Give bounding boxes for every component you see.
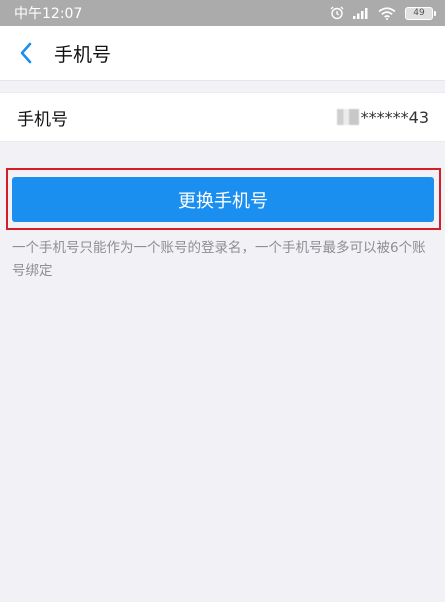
masked-phone-number: ******43 <box>360 107 429 127</box>
binding-hint-text: 一个手机号只能作为一个账号的登录名，一个手机号最多可以被6个账号绑定 <box>12 240 426 279</box>
alarm-icon <box>330 6 344 20</box>
back-arrow-icon <box>20 42 32 64</box>
nav-bar: 手机号 <box>0 26 445 81</box>
status-bar: 中午12:07 49 <box>0 0 445 26</box>
wifi-icon <box>378 6 396 20</box>
battery-indicator: 49 <box>405 6 436 20</box>
redacted-digits <box>336 109 359 125</box>
page-title: 手机号 <box>54 43 112 66</box>
signal-icon <box>353 8 368 19</box>
status-icons: 49 <box>330 6 436 20</box>
phone-number-row: 手机号 ******43 <box>0 92 445 142</box>
phone-number-value: ******43 <box>336 107 429 127</box>
change-phone-number-button[interactable]: 更换手机号 <box>12 177 434 222</box>
battery-level: 49 <box>413 7 425 18</box>
status-time: 中午12:07 <box>14 6 83 22</box>
phone-number-label: 手机号 <box>17 109 68 130</box>
back-button[interactable] <box>4 26 48 81</box>
